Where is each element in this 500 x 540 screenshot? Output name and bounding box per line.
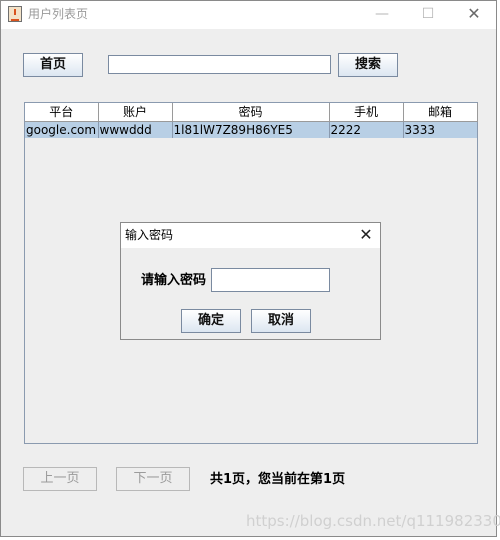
password-dialog: 输入密码 ✕ 请输入密码 确定 取消 (120, 222, 381, 340)
next-page-button[interactable]: 下一页 (116, 467, 190, 491)
table-row[interactable]: google.com wwwddd 1l81lW7Z89H86YE5 2222 … (25, 121, 478, 138)
cell-phone[interactable]: 2222 (329, 121, 404, 138)
title-bar: 用户列表页 — ☐ ✕ (1, 1, 496, 29)
column-header-platform[interactable]: 平台 (25, 103, 99, 122)
cancel-button[interactable]: 取消 (251, 309, 311, 333)
page-status: 共1页，您当前在第1页 (210, 472, 346, 487)
window-title: 用户列表页 (28, 7, 89, 21)
minimize-icon[interactable]: — (359, 1, 405, 29)
dialog-title-bar: 输入密码 ✕ (121, 223, 380, 248)
cell-account[interactable]: wwwddd (98, 121, 173, 138)
search-button[interactable]: 搜索 (338, 53, 398, 77)
column-header-phone[interactable]: 手机 (329, 103, 404, 122)
maximize-icon[interactable]: ☐ (405, 1, 451, 29)
cell-password[interactable]: 1l81lW7Z89H86YE5 (172, 121, 330, 138)
table-grid: 平台 账户 密码 手机 邮箱 google.com wwwddd 1l81lW7… (25, 103, 478, 138)
java-app-icon (8, 6, 22, 22)
password-input[interactable] (211, 268, 330, 292)
ok-button[interactable]: 确定 (181, 309, 241, 333)
close-icon[interactable]: ✕ (451, 1, 497, 29)
cell-platform[interactable]: google.com (25, 121, 99, 138)
cell-email[interactable]: 3333 (403, 121, 478, 138)
search-input[interactable] (108, 55, 331, 74)
home-button[interactable]: 首页 (23, 53, 83, 77)
dialog-title: 输入密码 (125, 228, 174, 242)
watermark-text: https://blog.csdn.net/q1119823309 (246, 512, 500, 530)
column-header-email[interactable]: 邮箱 (403, 103, 478, 122)
password-prompt-label: 请输入密码 (141, 273, 207, 288)
prev-page-button[interactable]: 上一页 (23, 467, 97, 491)
column-header-account[interactable]: 账户 (98, 103, 173, 122)
main-window: 用户列表页 — ☐ ✕ 首页 搜索 平台 账户 密码 手机 邮箱 google.… (0, 0, 497, 537)
dialog-close-icon[interactable]: ✕ (355, 224, 377, 246)
column-header-password[interactable]: 密码 (172, 103, 330, 122)
table-header: 平台 账户 密码 手机 邮箱 (25, 103, 478, 122)
